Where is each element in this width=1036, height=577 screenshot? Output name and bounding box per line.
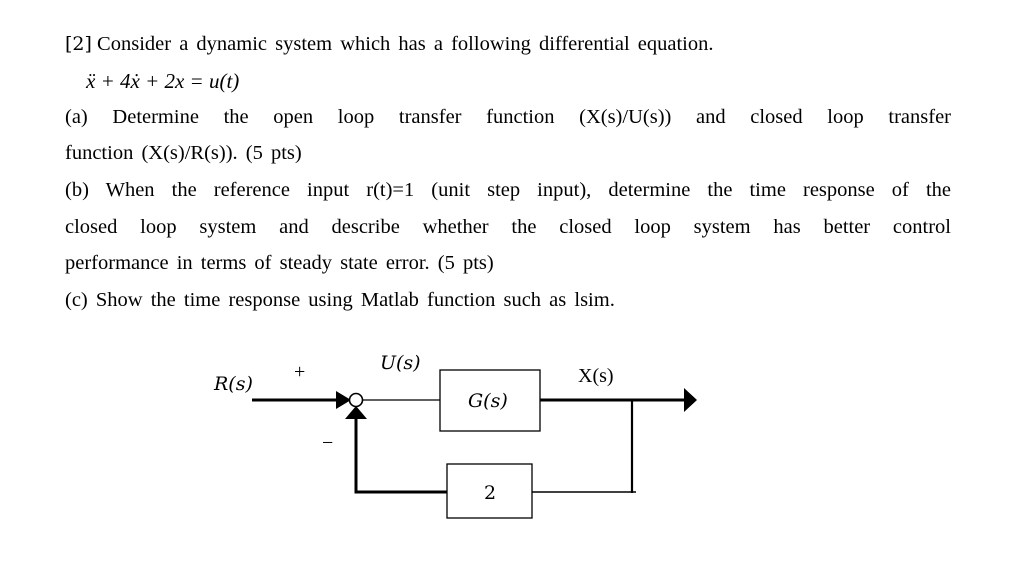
- minus-sign: −: [322, 432, 333, 454]
- control-signal-label: U(s): [380, 352, 421, 374]
- output-label: X(s): [578, 365, 614, 387]
- feedback-block-label: 2: [484, 482, 496, 504]
- summing-junction: [348, 392, 364, 408]
- block-diagram: R(s) + − U(s) G(s) X(s) 2: [213, 352, 697, 519]
- forward-block-label: G(s): [468, 390, 508, 412]
- output-arrowhead: [684, 388, 697, 412]
- input-label: R(s): [213, 373, 253, 395]
- plus-sign: +: [294, 361, 305, 383]
- feedback-arrowhead: [345, 406, 367, 419]
